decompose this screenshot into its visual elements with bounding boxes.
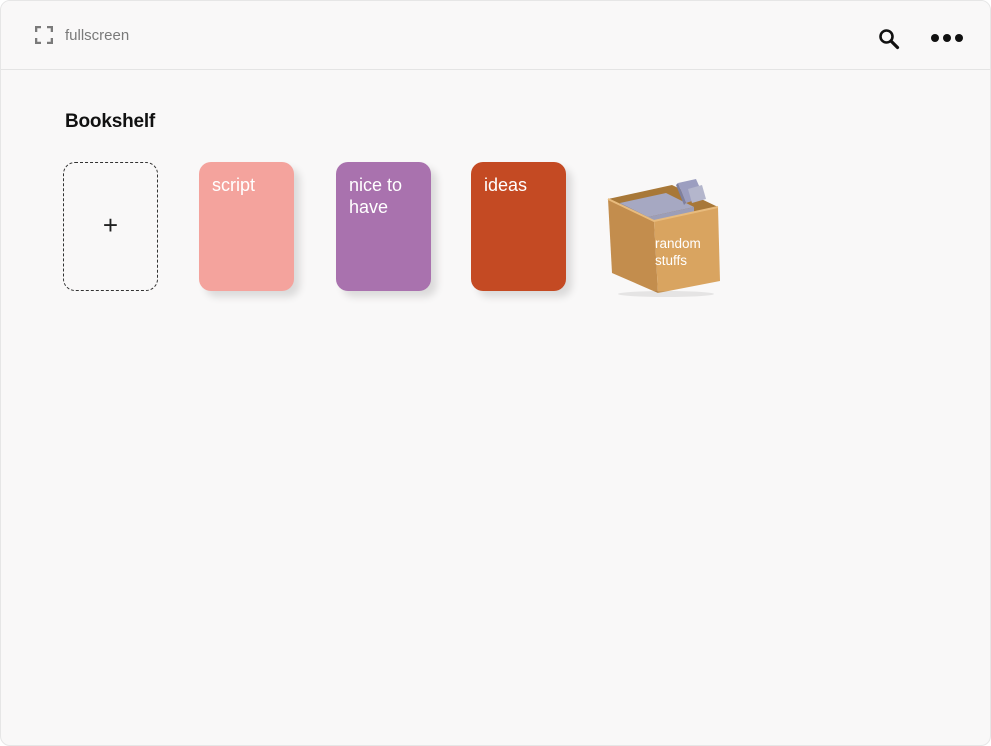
notebook-label: nice to have <box>349 175 403 217</box>
search-button[interactable] <box>877 27 901 51</box>
notebook-script[interactable]: script <box>199 162 294 291</box>
random-stuffs-box[interactable]: random stuffs <box>604 177 724 297</box>
more-options-button[interactable] <box>930 29 964 47</box>
notebook-nice-to-have[interactable]: nice to have <box>336 162 431 291</box>
top-bar: fullscreen <box>1 1 990 70</box>
notebook-label: script <box>212 175 256 195</box>
more-dots-icon <box>930 34 964 51</box>
app-window: fullscreen Bookshelf + script nice to ha… <box>0 0 991 746</box>
notebook-ideas[interactable]: ideas <box>471 162 566 291</box>
box-label: random stuffs <box>655 236 701 268</box>
bookshelf-title: Bookshelf <box>65 111 156 132</box>
search-icon <box>877 29 901 55</box>
fullscreen-button[interactable]: fullscreen <box>35 23 129 47</box>
notebook-label: ideas <box>484 175 528 195</box>
add-notebook-button[interactable]: + <box>63 162 158 291</box>
plus-icon: + <box>102 209 119 240</box>
fullscreen-icon <box>35 26 53 44</box>
fullscreen-label: fullscreen <box>65 26 130 44</box>
